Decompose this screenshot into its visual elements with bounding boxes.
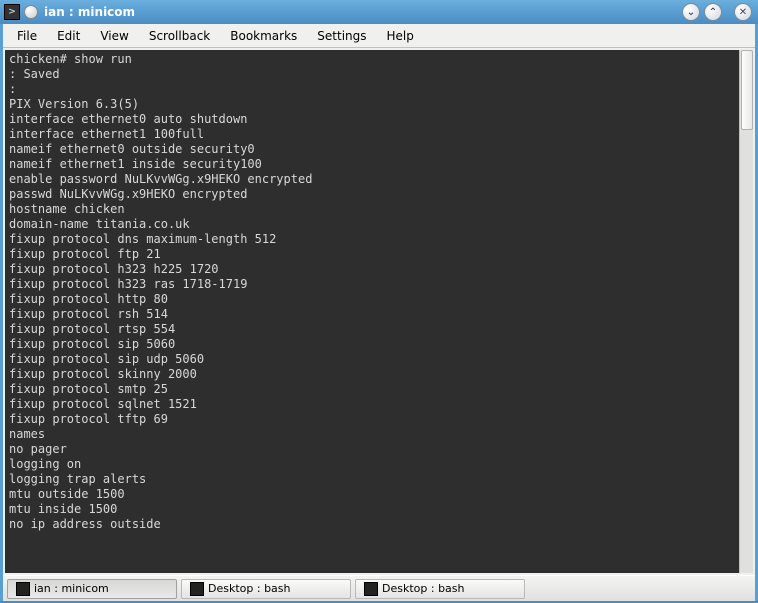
terminal-icon bbox=[190, 582, 204, 596]
terminal-icon bbox=[364, 582, 378, 596]
scrollbar[interactable] bbox=[739, 50, 753, 573]
task-label: Desktop : bash bbox=[382, 582, 465, 595]
minimize-button[interactable]: ⌄ bbox=[682, 3, 700, 21]
menu-scrollback[interactable]: Scrollback bbox=[139, 26, 220, 46]
task-button-minicom[interactable]: ian : minicom bbox=[7, 579, 177, 599]
task-button-bash-1[interactable]: Desktop : bash bbox=[181, 579, 351, 599]
menu-help[interactable]: Help bbox=[377, 26, 424, 46]
terminal-container: chicken# show run : Saved : PIX Version … bbox=[3, 48, 755, 575]
menu-settings[interactable]: Settings bbox=[307, 26, 376, 46]
terminal-icon bbox=[16, 582, 30, 596]
task-button-bash-2[interactable]: Desktop : bash bbox=[355, 579, 525, 599]
close-button[interactable]: ✕ bbox=[734, 3, 752, 21]
title-decoration-icon bbox=[24, 5, 38, 19]
terminal-output[interactable]: chicken# show run : Saved : PIX Version … bbox=[5, 50, 743, 573]
menu-file[interactable]: File bbox=[7, 26, 47, 46]
titlebar: ian : minicom ⌄ ⌃ ✕ bbox=[0, 0, 758, 24]
maximize-button[interactable]: ⌃ bbox=[704, 3, 722, 21]
menu-bookmarks[interactable]: Bookmarks bbox=[220, 26, 307, 46]
task-label: ian : minicom bbox=[34, 582, 109, 595]
task-label: Desktop : bash bbox=[208, 582, 291, 595]
menu-edit[interactable]: Edit bbox=[47, 26, 90, 46]
window-title: ian : minicom bbox=[44, 5, 682, 19]
window-controls: ⌄ ⌃ ✕ bbox=[682, 3, 752, 21]
terminal-icon bbox=[4, 4, 20, 20]
menubar: File Edit View Scrollback Bookmarks Sett… bbox=[3, 24, 755, 48]
scrollbar-thumb[interactable] bbox=[741, 50, 753, 130]
taskbar: ian : minicom Desktop : bash Desktop : b… bbox=[3, 575, 755, 601]
menu-view[interactable]: View bbox=[90, 26, 138, 46]
